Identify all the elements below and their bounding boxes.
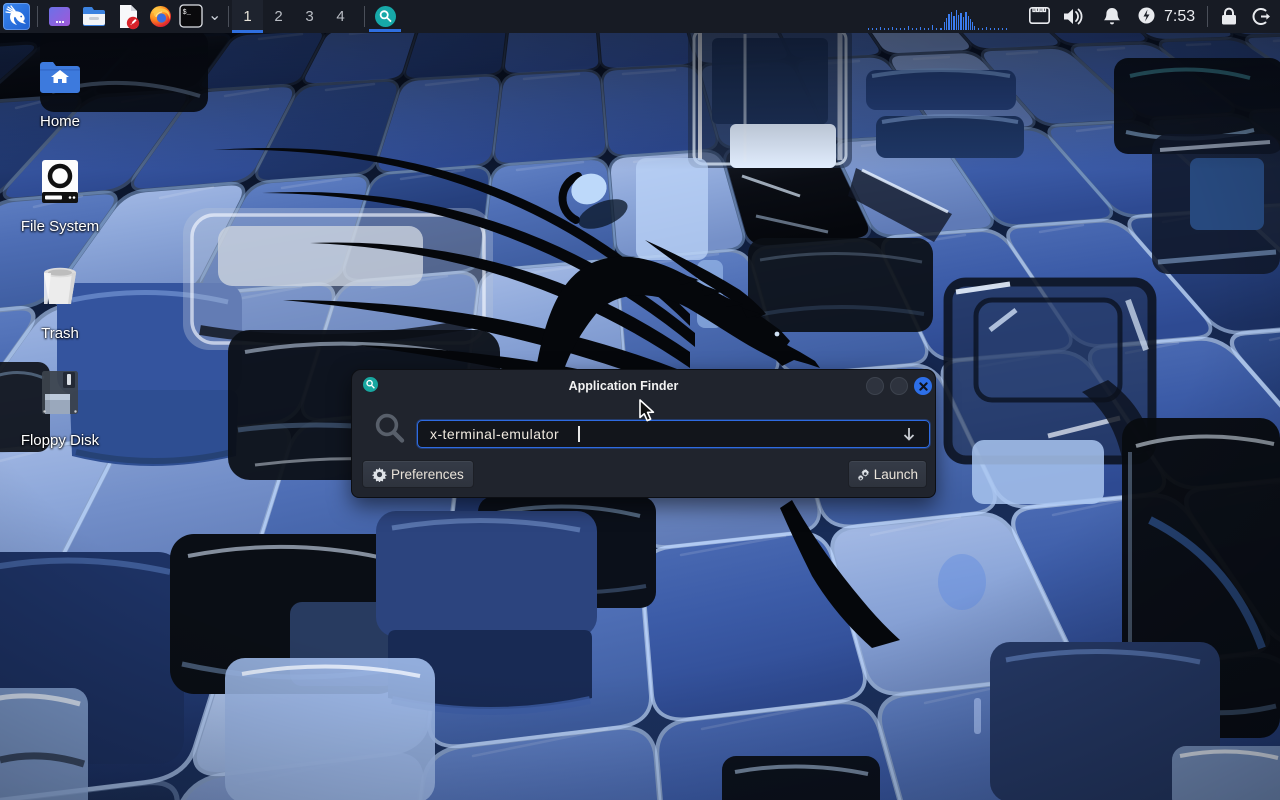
svg-text:$_: $_: [183, 9, 192, 17]
